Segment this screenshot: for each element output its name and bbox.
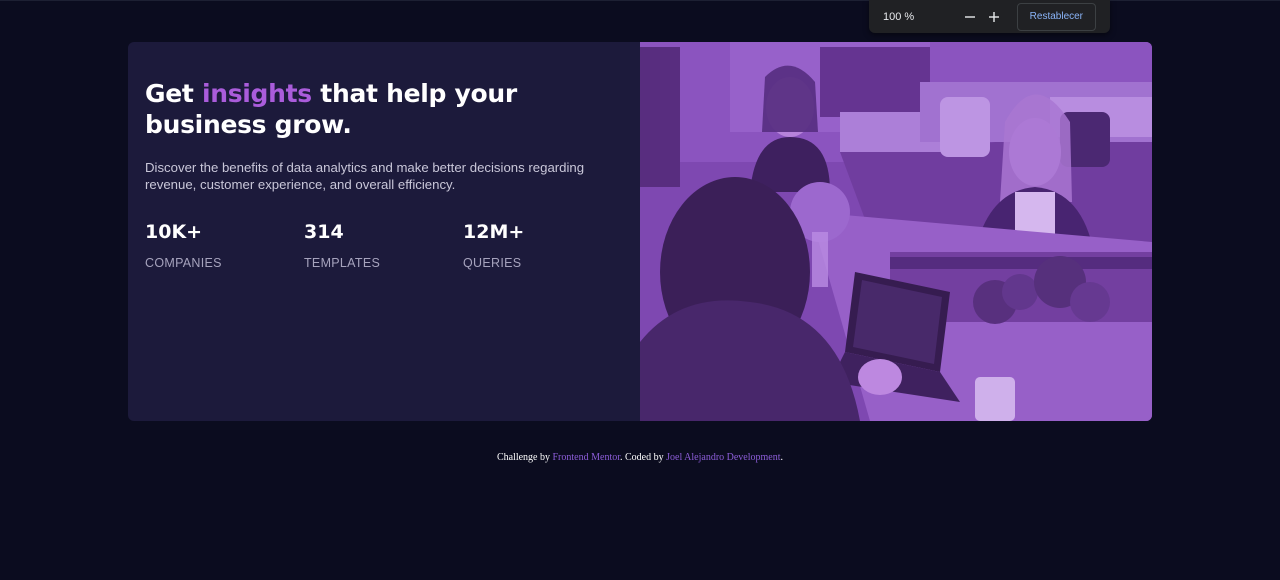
zoom-level-label: 100 %: [883, 10, 915, 23]
headline-accent: insights: [201, 79, 312, 108]
stats-row: 10K+ COMPANIES 314 TEMPLATES 12M+ QUERIE…: [145, 221, 623, 270]
minus-icon: [964, 15, 975, 18]
office-team-photo: [640, 42, 1152, 421]
attribution-middle: . Coded by: [620, 452, 667, 463]
card-headline: Get insights that help your business gro…: [145, 78, 623, 140]
zoom-out-button[interactable]: [957, 4, 982, 30]
stat-value: 314: [304, 221, 344, 243]
card-text-content: Get insights that help your business gro…: [128, 42, 640, 421]
stat-label: TEMPLATES: [304, 256, 381, 270]
zoom-in-button[interactable]: [982, 4, 1007, 30]
stat-value: 10K+: [145, 221, 203, 243]
stat-label: QUERIES: [463, 256, 522, 270]
author-link[interactable]: Joel Alejandro Development: [666, 452, 780, 463]
stat-value: 12M+: [463, 221, 525, 243]
footer-attribution: Challenge by Frontend Mentor. Coded by J…: [0, 452, 1280, 463]
headline-start: Get: [145, 79, 202, 108]
zoom-reset-button[interactable]: Restablecer: [1016, 2, 1097, 31]
attribution-prefix: Challenge by: [496, 452, 553, 463]
office-photo-illustration: [640, 42, 1152, 421]
frontend-mentor-link[interactable]: Frontend Mentor: [553, 452, 621, 463]
stats-preview-card: Get insights that help your business gro…: [128, 42, 1152, 421]
stat-templates: 314 TEMPLATES: [304, 221, 463, 270]
stat-label: COMPANIES: [145, 256, 222, 270]
attribution-suffix: .: [780, 452, 784, 463]
plus-icon: [989, 11, 1000, 22]
stat-companies: 10K+ COMPANIES: [145, 221, 304, 270]
browser-zoom-popup: 100 % Restablecer: [869, 0, 1110, 33]
stat-queries: 12M+ QUERIES: [463, 221, 622, 270]
card-description: Discover the benefits of data analytics …: [145, 160, 585, 192]
